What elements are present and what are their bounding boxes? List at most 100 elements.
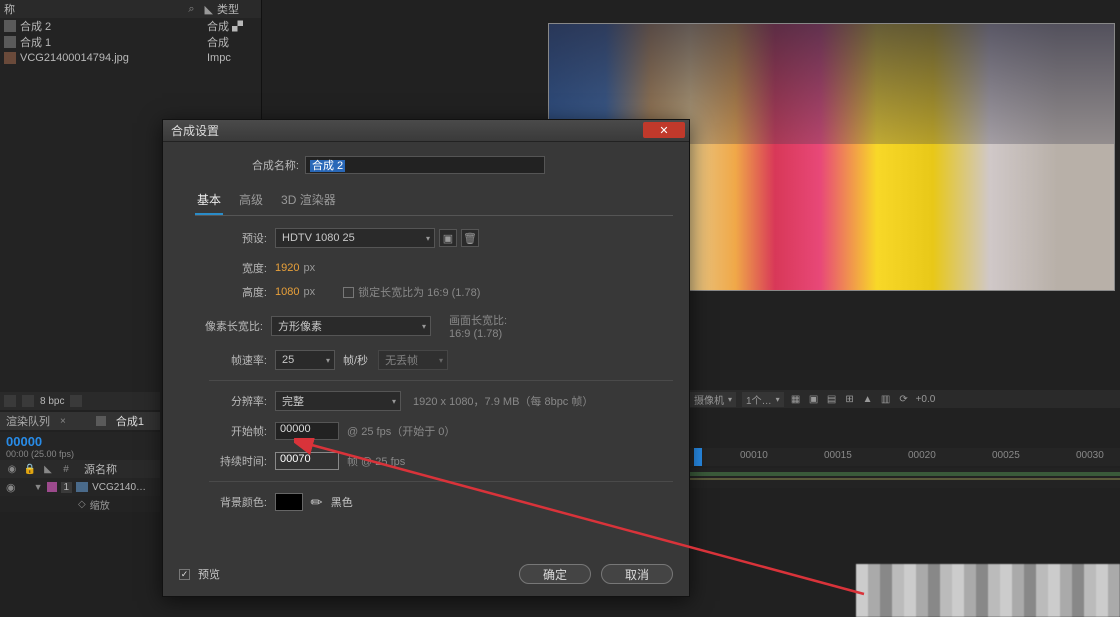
frame-aspect-label: 画面长宽比: — [449, 312, 507, 328]
work-area-bar[interactable] — [686, 472, 1120, 476]
ruler-tick: 00025 — [992, 450, 1020, 461]
eyedropper-icon[interactable]: ✎ — [307, 492, 327, 512]
exposure-value[interactable]: +0.0 — [916, 394, 936, 405]
current-time-block[interactable]: 00000 00:00 (25.00 fps) — [0, 432, 160, 460]
bg-color-swatch[interactable] — [275, 493, 303, 511]
preview-checkbox-row[interactable]: 预览 — [179, 566, 220, 582]
preset-label: 预设: — [209, 230, 267, 246]
px-unit: px — [303, 286, 315, 298]
item-type: Impc — [207, 52, 257, 64]
tag-icon[interactable]: ◣ — [205, 3, 213, 16]
property-name: 缩放 — [90, 497, 110, 512]
project-row[interactable]: 合成 1 合成 — [0, 34, 261, 50]
twirl-icon[interactable]: ▼ — [34, 482, 43, 492]
layer-row[interactable]: ◉ ▼ 1 VCG2140… — [0, 478, 160, 496]
ok-button[interactable]: 确定 — [519, 564, 591, 584]
search-icon[interactable]: ⌕ — [188, 3, 194, 16]
layer-color[interactable] — [47, 482, 57, 492]
layer-name: VCG2140… — [92, 482, 146, 493]
item-type: 合成 — [207, 34, 257, 50]
ruler-tick: 00030 — [1076, 450, 1104, 461]
project-row[interactable]: 合成 2 合成 ▞ — [0, 18, 261, 34]
ruler-tick: 00015 — [824, 450, 852, 461]
tab-3d-renderer[interactable]: 3D 渲染器 — [279, 188, 338, 215]
lock-aspect-checkbox[interactable] — [343, 287, 354, 298]
hash-icon[interactable]: # — [60, 463, 72, 475]
dialog-titlebar[interactable]: 合成设置 ✕ — [163, 120, 689, 142]
viewer-toolbar: 摄像机▾ 1个…▾ ▦ ▣ ▤ ⊞ ▲ ▥ ⟳ +0.0 — [686, 390, 1120, 408]
current-time[interactable]: 00000 — [6, 434, 154, 449]
bpc-label[interactable]: 8 bpc — [40, 396, 64, 407]
duration-label: 持续时间: — [209, 453, 267, 469]
project-row[interactable]: VCG21400014794.jpg Impc — [0, 50, 261, 66]
par-select[interactable]: 方形像素▾ — [271, 316, 431, 336]
interpret-icon[interactable] — [4, 395, 16, 407]
preset-select[interactable]: HDTV 1080 25▾ — [275, 228, 435, 248]
timeline-column-header: ◉ 🔒 ◣ # 源名称 — [0, 460, 160, 478]
bg-color-label: 背景颜色: — [209, 494, 267, 510]
layer-index: 1 — [61, 482, 73, 493]
trash-icon[interactable] — [70, 395, 82, 407]
fps-label: 帧速率: — [209, 352, 267, 368]
col-name[interactable]: 称 — [4, 1, 188, 17]
image-icon — [4, 52, 16, 64]
mask-icon[interactable]: ▣ — [808, 393, 820, 405]
start-frame-input[interactable]: 00000 — [275, 422, 339, 440]
eye-toggle-icon[interactable]: ◉ — [6, 481, 16, 494]
composition-settings-dialog: 合成设置 ✕ 合成名称: 合成 2 基本 高级 3D 渲染器 预设: HDTV … — [162, 119, 690, 597]
col-type[interactable]: 类型 — [217, 1, 257, 17]
comp-tab-icon — [96, 416, 106, 426]
views-dropdown[interactable]: 1个…▾ — [742, 392, 784, 407]
timeline-ruler[interactable]: 00010 00015 00020 00025 00030 — [686, 448, 1120, 466]
resolution-select[interactable]: 完整▾ — [275, 391, 401, 411]
fps-unit: 帧/秒 — [343, 352, 368, 368]
dialog-title: 合成设置 — [171, 122, 219, 139]
ruler-tick: 00020 — [908, 450, 936, 461]
fps-select[interactable]: 25▾ — [275, 350, 335, 370]
snapshot-icon[interactable]: ▲ — [862, 393, 874, 405]
preview-label: 预览 — [198, 566, 220, 582]
comp-tab[interactable]: 合成1 — [116, 413, 144, 429]
tab-basic[interactable]: 基本 — [195, 188, 223, 215]
frame-aspect-value: 16:9 (1.78) — [449, 328, 507, 340]
tab-advanced[interactable]: 高级 — [237, 188, 265, 215]
lock-icon[interactable]: 🔒 — [24, 463, 36, 475]
save-preset-icon[interactable]: ▣ — [439, 229, 457, 247]
width-value[interactable]: 1920 — [275, 262, 299, 274]
dropframe-select: 无丢帧▾ — [378, 350, 448, 370]
cancel-button[interactable]: 取消 — [601, 564, 673, 584]
resolution-label: 分辨率: — [209, 393, 267, 409]
channel-icon[interactable]: ▥ — [880, 393, 892, 405]
duration-input[interactable]: 00070 — [275, 452, 339, 470]
footage-icon — [76, 482, 88, 492]
tab-close-icon[interactable]: × — [60, 416, 66, 427]
reset-exposure-icon[interactable]: ⟳ — [898, 393, 910, 405]
timecode-icon[interactable]: ⊞ — [844, 393, 856, 405]
delete-preset-icon[interactable]: 🗑 — [461, 229, 479, 247]
comp-name-input[interactable]: 合成 2 — [305, 156, 545, 174]
layer-property-row[interactable]: ◇ 缩放 — [0, 496, 160, 512]
item-name: 合成 1 — [20, 34, 207, 50]
item-name: VCG21400014794.jpg — [20, 52, 207, 64]
height-value[interactable]: 1080 — [275, 286, 299, 298]
pixel-icon[interactable]: ▤ — [826, 393, 838, 405]
folder-icon[interactable] — [22, 395, 34, 407]
bg-color-name: 黑色 — [331, 494, 353, 510]
project-footer: 8 bpc — [0, 392, 160, 410]
tag-icon[interactable]: ◣ — [42, 463, 54, 475]
project-header: 称 ⌕ ◣ 类型 — [0, 0, 261, 18]
grid-icon[interactable]: ▦ — [790, 393, 802, 405]
timeline-track-area[interactable] — [686, 468, 1120, 488]
source-name-header[interactable]: 源名称 — [84, 461, 117, 477]
width-label: 宽度: — [209, 260, 267, 276]
render-queue-tab[interactable]: 渲染队列 — [6, 413, 50, 429]
camera-dropdown[interactable]: 摄像机▾ — [690, 392, 736, 407]
stopwatch-icon[interactable]: ◇ — [78, 499, 86, 510]
layer-bar[interactable] — [686, 478, 1120, 480]
current-time-sub: 00:00 (25.00 fps) — [6, 449, 154, 459]
preview-checkbox[interactable] — [179, 569, 190, 580]
comp-icon — [4, 36, 16, 48]
eye-icon[interactable]: ◉ — [6, 463, 18, 475]
start-frame-info: @ 25 fps（开始于 0） — [347, 423, 455, 439]
close-button[interactable]: ✕ — [643, 122, 685, 138]
